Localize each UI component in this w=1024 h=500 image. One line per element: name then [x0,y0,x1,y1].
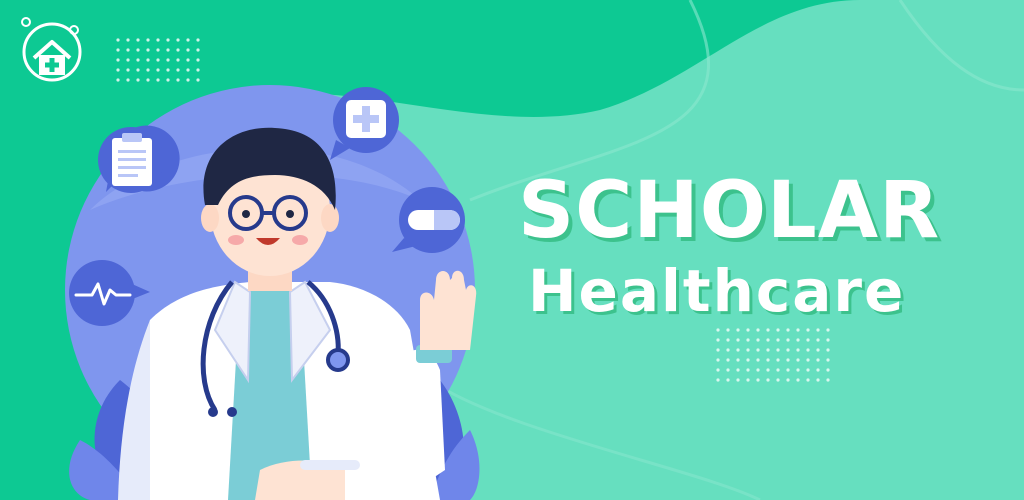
dot-grid-top [116,38,200,82]
banner: SCHOLAR Healthcare [0,0,1024,500]
clipboard-icon [98,125,180,193]
brand-title: SCHOLAR [518,166,941,256]
brand-subtitle: Healthcare [528,257,906,325]
home-medical-stethoscope-icon [21,17,82,82]
